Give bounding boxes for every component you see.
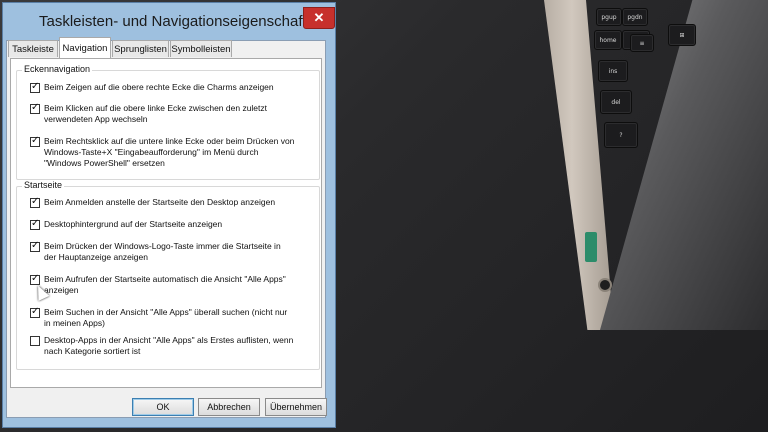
checkbox[interactable]	[30, 196, 40, 208]
checkbox-label: Desktop-Apps in der Ansicht "Alle Apps" …	[44, 335, 294, 356]
checkbox-label: Beim Zeigen auf die obere rechte Ecke di…	[44, 82, 274, 92]
tab-symbolleisten[interactable]: Symbolleisten	[170, 40, 232, 57]
corner-nav-label: Eckennavigation	[22, 64, 93, 74]
keyboard-key: del	[600, 90, 632, 114]
keyboard-key: ins	[598, 60, 628, 82]
checkbox-label: Desktophintergrund auf der Startseite an…	[44, 219, 223, 229]
checkbox-option[interactable]: Beim Drücken der Windows-Logo-Taste imme…	[30, 240, 281, 263]
checkbox[interactable]	[30, 135, 40, 147]
checkbox-option[interactable]: Beim Zeigen auf die obere rechte Ecke di…	[30, 81, 274, 93]
checkbox-option[interactable]: Beim Anmelden anstelle der Startseite de…	[30, 196, 276, 208]
checkbox[interactable]	[30, 336, 40, 346]
checkbox[interactable]	[30, 240, 40, 252]
checkbox[interactable]	[30, 102, 40, 114]
checkbox-label: Beim Aufrufen der Startseite automatisch…	[44, 274, 286, 295]
title-bar[interactable]: Taskleisten- und Navigationseigenschafte…	[3, 3, 335, 33]
apply-button[interactable]: Übernehmen	[265, 398, 327, 416]
keyboard-key: pgup	[596, 8, 622, 26]
checkbox-option[interactable]: Beim Suchen in der Ansicht "Alle Apps" ü…	[30, 306, 288, 329]
keyboard-key: ⊞	[668, 24, 696, 46]
close-button[interactable]: ✕	[303, 7, 335, 29]
audio-jack	[598, 278, 612, 292]
keyboard-key: ≡	[630, 34, 654, 52]
checkbox-option[interactable]: Desktop-Apps in der Ansicht "Alle Apps" …	[30, 335, 293, 357]
cancel-button[interactable]: Abbrechen	[198, 398, 260, 416]
checkbox-label: Beim Anmelden anstelle der Startseite de…	[44, 197, 276, 207]
checkbox[interactable]	[30, 218, 40, 230]
checkbox-option[interactable]: Beim Klicken auf die obere linke Ecke zw…	[30, 102, 268, 125]
close-icon: ✕	[313, 10, 325, 25]
keyboard-key: home	[594, 30, 622, 50]
checkbox-option[interactable]: Beim Aufrufen der Startseite automatisch…	[30, 273, 286, 296]
usb-port	[585, 232, 597, 262]
window-title: Taskleisten- und Navigationseigenschafte…	[39, 13, 324, 30]
start-label: Startseite	[22, 180, 65, 190]
keyboard-key: pgdn	[622, 8, 648, 26]
checkbox[interactable]	[30, 306, 40, 318]
ok-button[interactable]: OK	[132, 398, 194, 416]
checkbox-label: Beim Rechtsklick auf die untere linke Ec…	[44, 136, 295, 168]
checkbox[interactable]	[30, 81, 40, 93]
checkbox-option[interactable]: Beim Rechtsklick auf die untere linke Ec…	[30, 135, 295, 169]
checkbox-label: Beim Klicken auf die obere linke Ecke zw…	[44, 103, 268, 124]
tab-sprunglisten[interactable]: Sprunglisten	[112, 40, 169, 57]
checkbox-option[interactable]: Desktophintergrund auf der Startseite an…	[30, 218, 223, 230]
checkbox[interactable]	[30, 273, 40, 285]
tab-taskleiste[interactable]: Taskleiste	[8, 40, 58, 57]
checkbox-label: Beim Drücken der Windows-Logo-Taste imme…	[44, 241, 281, 262]
keyboard-key: ?	[604, 122, 638, 148]
checkbox-label: Beim Suchen in der Ansicht "Alle Apps" ü…	[44, 307, 288, 328]
tab-navigation[interactable]: Navigation	[59, 37, 111, 58]
